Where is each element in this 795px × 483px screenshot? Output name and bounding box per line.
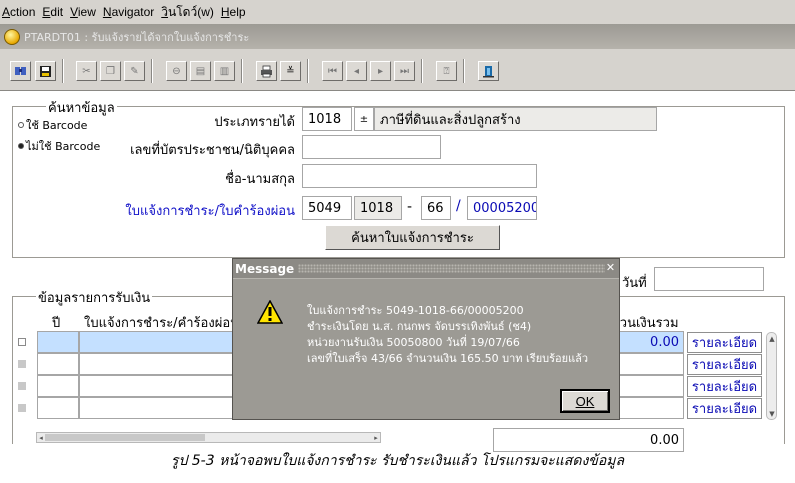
message-dialog: Message ✕ ใบแจ้งการชำระ 5049-1018-66/000… — [232, 258, 620, 420]
enter-query-icon[interactable] — [10, 61, 31, 81]
dialog-title-texture — [298, 264, 605, 273]
income-type-name-field: ภาษีที่ดินและสิ่งปลูกสร้าง — [374, 107, 657, 131]
vertical-scrollbar[interactable]: ▲ ▼ — [766, 332, 777, 420]
prev-record-icon[interactable]: ◂ — [346, 61, 367, 81]
year-cell[interactable] — [37, 397, 79, 419]
date-label: วันที่ — [622, 276, 647, 291]
dialog-title-bar[interactable]: Message ✕ — [233, 259, 619, 278]
id-card-field[interactable] — [302, 135, 441, 159]
menu-navigator[interactable]: Navigator — [103, 5, 154, 19]
notice-part4-field[interactable]: 00005200 — [467, 196, 537, 220]
scroll-down-icon[interactable]: ▼ — [768, 409, 776, 418]
column-notice-header: ใบแจ้งการชำระ/คำร้องผ่อน — [84, 316, 240, 331]
radio-no-barcode-label: ไม่ใช้ Barcode — [26, 140, 101, 153]
id-card-label: เลขที่บัตรประชาชน/นิติบุคคล — [130, 143, 295, 158]
scroll-right-icon[interactable]: ▸ — [372, 433, 380, 442]
last-record-icon[interactable]: ⏭ — [394, 61, 415, 81]
form-title-bar: PTARDT01 : รับแจ้งรายได้จากใบแจ้งการชำระ — [0, 24, 795, 49]
form-icon — [4, 28, 20, 45]
detail-button[interactable]: รายละเอียด — [687, 376, 762, 397]
figure-caption: รูป 5-3 หน้าจอพบใบแจ้งการชำระ รับชำระเงิ… — [170, 453, 625, 469]
copy-icon[interactable]: ❐ — [100, 61, 121, 81]
warning-icon — [257, 300, 283, 324]
detail-button[interactable]: รายละเอียด — [687, 398, 762, 419]
notice-part3-field[interactable]: 66 — [421, 196, 451, 220]
delete-record-icon[interactable]: ▥ — [214, 61, 235, 81]
dropdown-arrow-icon: ± — [359, 113, 369, 125]
horizontal-scrollbar[interactable]: ◂ ▸ — [36, 432, 381, 443]
income-type-code-field[interactable]: 1018 — [302, 107, 352, 131]
radio-no-barcode[interactable]: ไม่ใช้ Barcode — [18, 137, 100, 155]
total-amount-field: 0.00 — [493, 428, 684, 452]
close-icon[interactable]: ✕ — [604, 261, 617, 274]
scroll-thumb[interactable] — [45, 434, 205, 441]
menu-view[interactable]: View — [70, 5, 96, 19]
next-record-icon[interactable]: ▸ — [370, 61, 391, 81]
dialog-title: Message — [235, 261, 295, 276]
column-year-header: ปี — [52, 316, 61, 331]
form-title: PTARDT01 : รับแจ้งรายได้จากใบแจ้งการชำระ — [24, 30, 250, 44]
year-cell[interactable] — [37, 331, 79, 353]
notice-separator-dash: - — [407, 199, 413, 215]
radio-no-barcode-dot — [18, 143, 24, 149]
notice-label: ใบแจ้งการชำระ/ใบคำร้องผ่อน — [125, 204, 295, 219]
row-indicator[interactable] — [18, 404, 26, 412]
search-notice-button[interactable]: ค้นหาใบแจ้งการชำระ — [325, 225, 500, 250]
menu-help[interactable]: Help — [221, 5, 246, 19]
menu-edit[interactable]: Edit — [42, 5, 63, 19]
print-icon[interactable] — [256, 61, 277, 81]
search-group-title: ค้นหาข้อมูล — [46, 97, 117, 118]
detail-button[interactable]: รายละเอียด — [687, 332, 762, 353]
notice-separator-slash: / — [456, 198, 461, 214]
name-field[interactable] — [302, 164, 537, 188]
year-cell[interactable] — [37, 353, 79, 375]
menu-action[interactable]: Action — [2, 5, 35, 19]
save-icon[interactable] — [35, 61, 56, 81]
message-line-4: เลขที่ใบเสร็จ 43/66 จำนวนเงิน 165.50 บาท… — [307, 352, 589, 365]
edit-icon[interactable]: ≚ — [280, 61, 301, 81]
menu-bar: Action Edit View Navigator วินโดว์(w) He… — [0, 0, 795, 24]
name-label: ชื่อ-นามสกุล — [225, 172, 295, 187]
cut-icon[interactable]: ✂ — [76, 61, 97, 81]
income-type-dropdown-button[interactable]: ± — [354, 107, 374, 131]
toolbar: ✂ ❐ ✎ ⊖ ▤ ▥ ≚ ⏮ ◂ ▸ ⏭ ⍰ — [0, 49, 795, 91]
radio-use-barcode-dot — [18, 122, 24, 128]
paste-icon[interactable]: ✎ — [124, 61, 145, 81]
ok-button[interactable]: OK — [560, 389, 610, 413]
radio-use-barcode-label: ใช้ Barcode — [26, 119, 88, 132]
scroll-up-icon[interactable]: ▲ — [768, 334, 776, 343]
dialog-body: ใบแจ้งการชำระ 5049-1018-66/00005200 ชำระ… — [233, 278, 619, 419]
notice-part1-field[interactable]: 5049 — [302, 196, 352, 220]
row-indicator[interactable] — [18, 382, 26, 390]
help-icon[interactable]: ⍰ — [436, 61, 457, 81]
row-indicator[interactable] — [18, 338, 26, 346]
radio-use-barcode[interactable]: ใช้ Barcode — [18, 116, 87, 134]
date-field[interactable] — [654, 267, 764, 291]
notice-part2-field: 1018 — [354, 196, 402, 220]
row-indicator[interactable] — [18, 360, 26, 368]
detail-button[interactable]: รายละเอียด — [687, 354, 762, 375]
exit-icon[interactable] — [478, 61, 499, 81]
menu-window[interactable]: วินโดว์(w) — [161, 3, 214, 22]
income-type-label: ประเภทรายได้ — [214, 115, 295, 130]
clear-icon[interactable]: ⊖ — [166, 61, 187, 81]
year-cell[interactable] — [37, 375, 79, 397]
insert-record-icon[interactable]: ▤ — [190, 61, 211, 81]
first-record-icon[interactable]: ⏮ — [322, 61, 343, 81]
scroll-left-icon[interactable]: ◂ — [37, 433, 45, 442]
receipt-group-title: ข้อมูลรายการรับเงิน — [36, 287, 153, 308]
